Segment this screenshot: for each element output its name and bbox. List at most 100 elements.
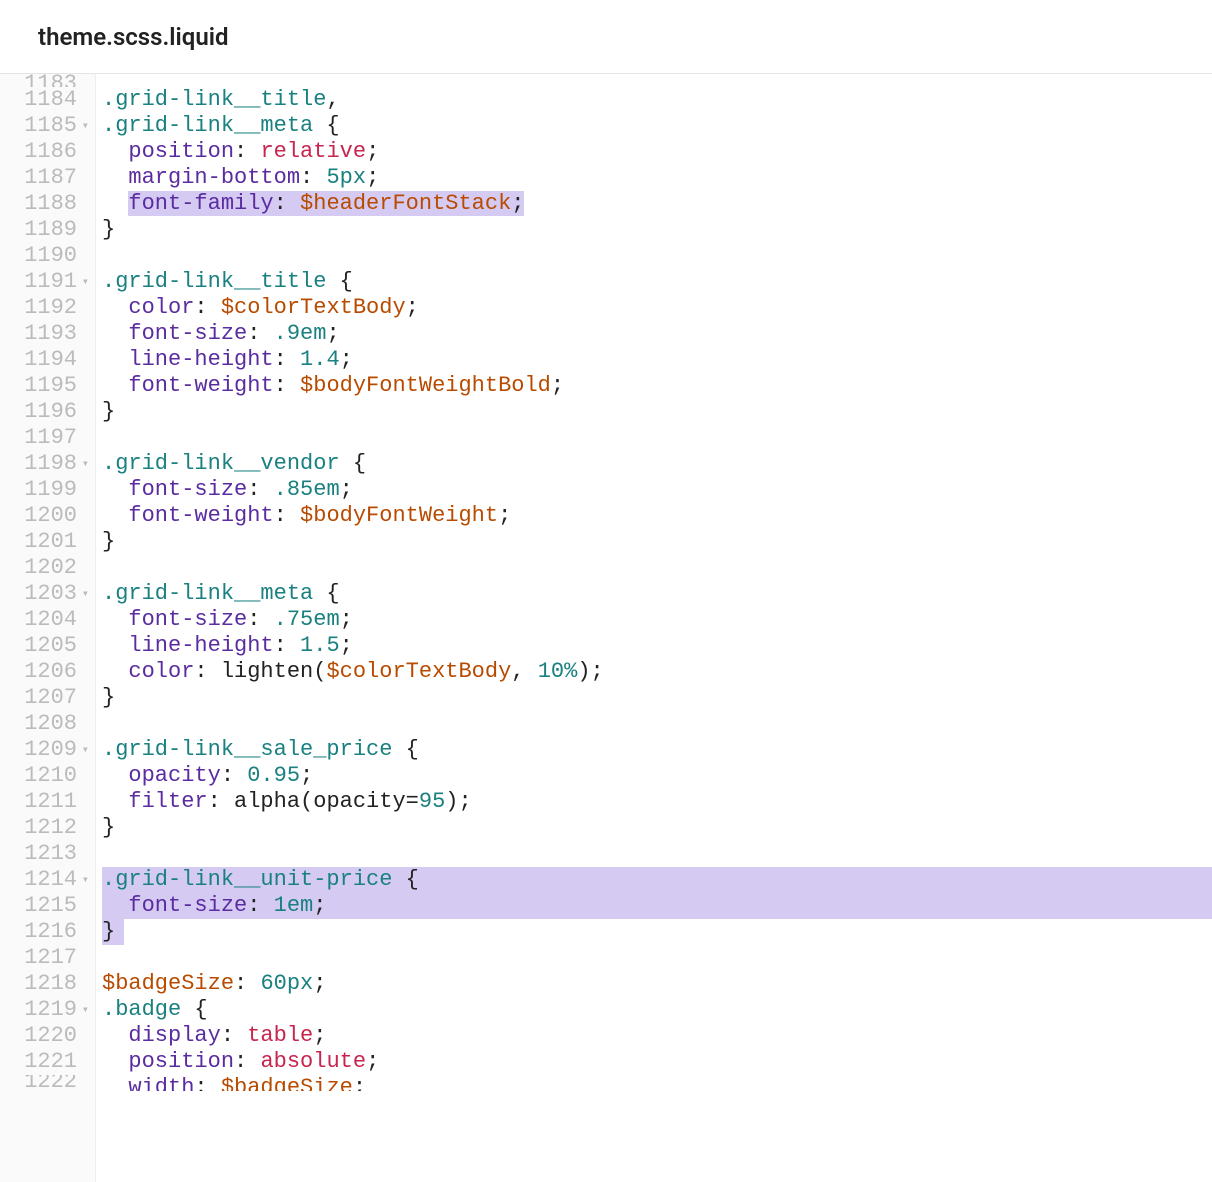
fold-spacer — [79, 555, 89, 581]
code-line[interactable]: .grid-link__meta { — [102, 581, 1212, 607]
code-token: $colorTextBody — [326, 659, 511, 684]
code-line[interactable] — [102, 425, 1212, 451]
fold-spacer — [79, 217, 89, 243]
line-number-text: 1189 — [24, 217, 77, 243]
code-token: $badgeSize — [221, 1075, 353, 1091]
line-number-text: 1204 — [24, 607, 77, 633]
code-token: } — [102, 919, 115, 944]
line-number: 1205 — [20, 633, 89, 659]
code-line[interactable]: } — [102, 815, 1212, 841]
code-line[interactable]: .grid-link__title { — [102, 269, 1212, 295]
code-line[interactable]: .grid-link__sale_price { — [102, 737, 1212, 763]
code-line[interactable]: font-size: .85em; — [102, 477, 1212, 503]
code-token: lighten — [221, 659, 313, 684]
code-line[interactable]: color: $colorTextBody; — [102, 295, 1212, 321]
fold-spacer — [79, 763, 89, 789]
code-token: { — [313, 581, 339, 606]
fold-spacer — [79, 191, 89, 217]
code-line[interactable] — [102, 74, 1212, 87]
code-line[interactable]: font-size: .9em; — [102, 321, 1212, 347]
code-token: ; — [353, 1075, 366, 1091]
code-line[interactable]: .grid-link__title, — [102, 87, 1212, 113]
fold-toggle-icon[interactable]: ▾ — [79, 581, 89, 607]
code-token: : — [221, 763, 247, 788]
code-line[interactable]: } — [102, 217, 1212, 243]
code-token: ; — [340, 607, 353, 632]
code-token: , — [326, 87, 339, 112]
code-line[interactable]: .grid-link__unit-price { — [102, 867, 1212, 893]
code-line[interactable]: width: $badgeSize; — [102, 1075, 1212, 1091]
code-line[interactable]: font-size: .75em; — [102, 607, 1212, 633]
fold-toggle-icon[interactable]: ▾ — [79, 737, 89, 763]
code-token: 0.95 — [247, 763, 300, 788]
code-token: 95 — [419, 789, 445, 814]
code-token: opacity — [128, 763, 220, 788]
line-number: 1209▾ — [20, 737, 89, 763]
code-token — [102, 633, 128, 658]
code-token: : — [300, 165, 326, 190]
line-number-text: 1219 — [24, 997, 77, 1023]
fold-toggle-icon[interactable]: ▾ — [79, 867, 89, 893]
code-line[interactable]: position: relative; — [102, 139, 1212, 165]
line-number-text: 1184 — [24, 87, 77, 113]
fold-spacer — [79, 295, 89, 321]
code-line[interactable]: } — [102, 919, 1212, 945]
code-editor[interactable]: 1183 1184 1185▾1186 1187 1188 1189 1190 … — [0, 74, 1212, 1182]
fold-toggle-icon[interactable]: ▾ — [79, 113, 89, 139]
line-number-text: 1183 — [24, 74, 77, 87]
fold-spacer — [79, 347, 89, 373]
code-line[interactable]: } — [102, 685, 1212, 711]
fold-toggle-icon[interactable]: ▾ — [79, 269, 89, 295]
code-token: : — [194, 659, 220, 684]
code-line[interactable]: } — [102, 399, 1212, 425]
code-line[interactable]: position: absolute; — [102, 1049, 1212, 1075]
code-line[interactable]: font-weight: $bodyFontWeight; — [102, 503, 1212, 529]
code-token: font-size — [128, 477, 247, 502]
code-token: : — [247, 893, 273, 918]
code-line[interactable]: line-height: 1.5; — [102, 633, 1212, 659]
code-token: : — [274, 503, 300, 528]
code-line[interactable] — [102, 945, 1212, 971]
code-line[interactable]: .grid-link__vendor { — [102, 451, 1212, 477]
code-line[interactable]: font-family: $headerFontStack; — [102, 191, 1212, 217]
code-line[interactable]: $badgeSize: 60px; — [102, 971, 1212, 997]
code-line[interactable]: } — [102, 529, 1212, 555]
code-token: .75em — [274, 607, 340, 632]
code-line[interactable] — [102, 243, 1212, 269]
line-number: 1192 — [20, 295, 89, 321]
code-token — [102, 295, 128, 320]
code-token: 60px — [260, 971, 313, 996]
code-line[interactable]: color: lighten($colorTextBody, 10%); — [102, 659, 1212, 685]
code-line[interactable]: font-size: 1em; — [102, 893, 1212, 919]
code-line[interactable]: margin-bottom: 5px; — [102, 165, 1212, 191]
code-line[interactable]: .grid-link__meta { — [102, 113, 1212, 139]
line-number-text: 1187 — [24, 165, 77, 191]
code-token: ; — [340, 477, 353, 502]
code-token: : — [247, 477, 273, 502]
code-token: } — [102, 399, 115, 424]
code-line[interactable]: filter: alpha(opacity=95); — [102, 789, 1212, 815]
code-token: { — [313, 113, 339, 138]
code-token: 5px — [326, 165, 366, 190]
line-number-text: 1193 — [24, 321, 77, 347]
code-token: display — [128, 1023, 220, 1048]
code-token — [102, 893, 128, 918]
code-line[interactable]: .badge { — [102, 997, 1212, 1023]
file-tab-title[interactable]: theme.scss.liquid — [38, 23, 228, 51]
code-area[interactable]: .grid-link__title,.grid-link__meta { pos… — [96, 74, 1212, 1182]
code-line[interactable]: font-weight: $bodyFontWeightBold; — [102, 373, 1212, 399]
code-line[interactable]: line-height: 1.4; — [102, 347, 1212, 373]
code-line[interactable] — [102, 555, 1212, 581]
code-line[interactable] — [102, 711, 1212, 737]
fold-toggle-icon[interactable]: ▾ — [79, 997, 89, 1023]
line-number-text: 1201 — [24, 529, 77, 555]
code-line[interactable] — [102, 841, 1212, 867]
code-line[interactable]: opacity: 0.95; — [102, 763, 1212, 789]
line-number: 1190 — [20, 243, 89, 269]
code-token: alpha — [234, 789, 300, 814]
code-line[interactable]: display: table; — [102, 1023, 1212, 1049]
line-number: 1188 — [20, 191, 89, 217]
fold-toggle-icon[interactable]: ▾ — [79, 451, 89, 477]
fold-spacer — [79, 425, 89, 451]
code-token: } — [102, 685, 115, 710]
